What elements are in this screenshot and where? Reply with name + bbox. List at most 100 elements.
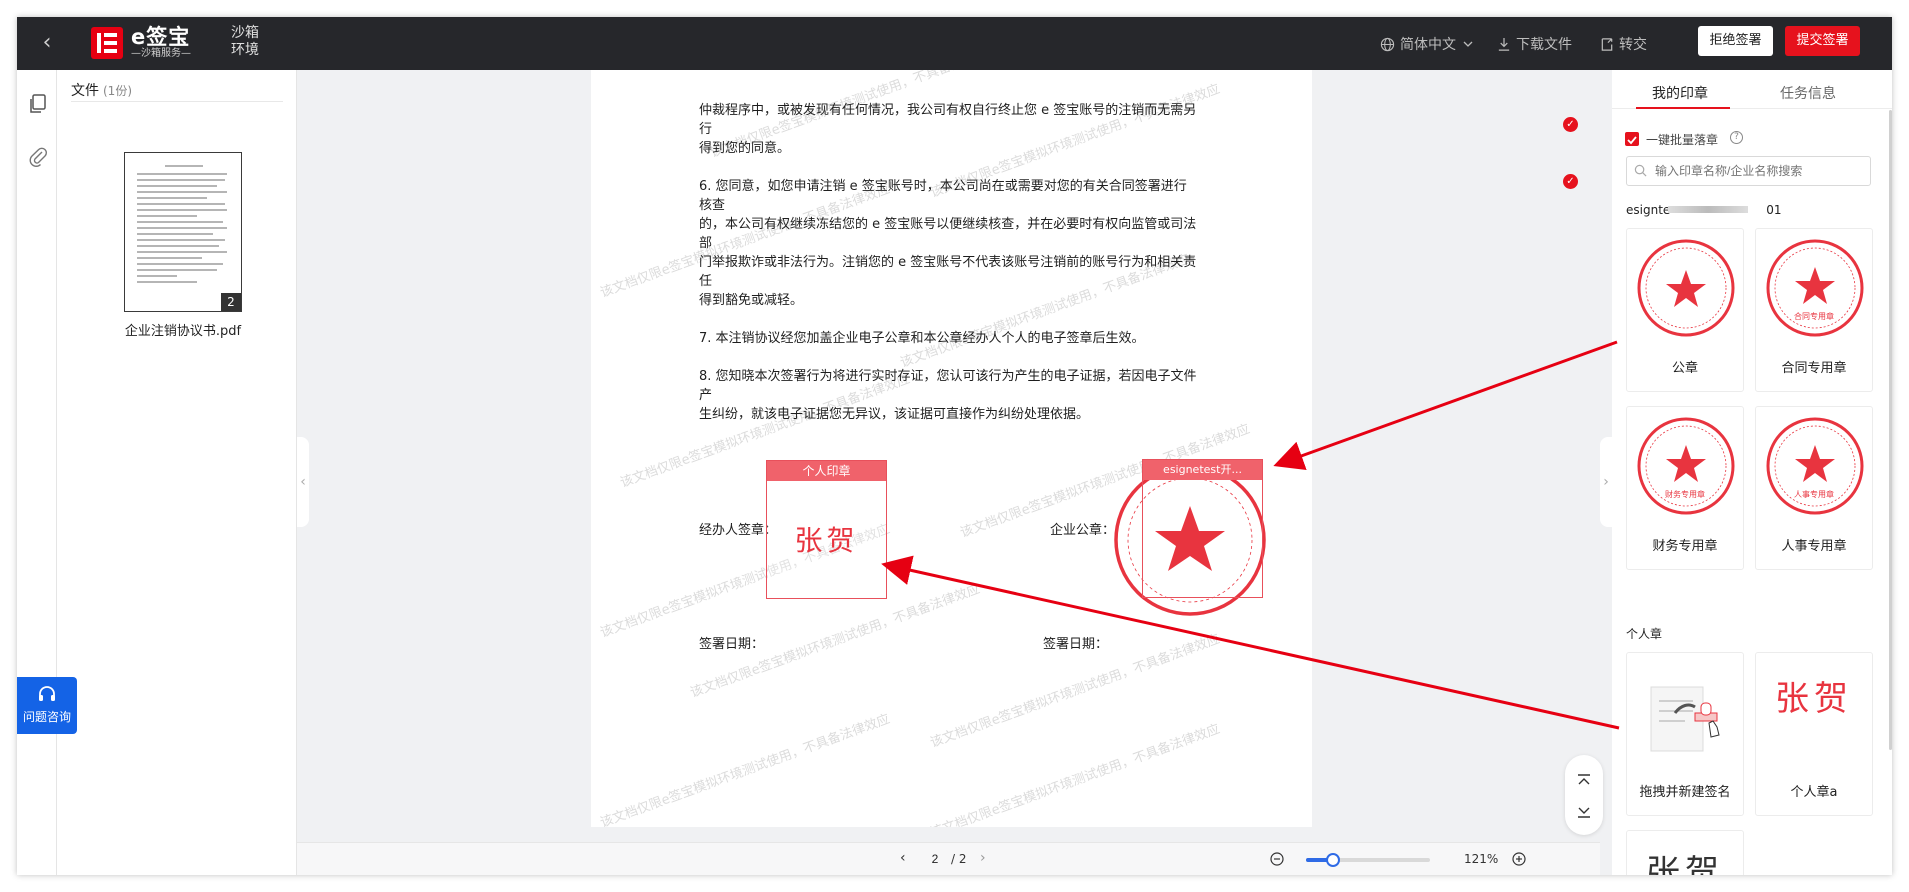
seal-name: 公章 [1671, 361, 1698, 376]
company-seal-placeholder[interactable]: esignetest开... [1142, 459, 1263, 598]
page-total: / 2 [951, 852, 967, 866]
files-icon[interactable] [27, 93, 49, 115]
to-bottom-icon[interactable] [1576, 803, 1592, 819]
globe-icon [1380, 37, 1395, 51]
finance-seal-icon [1637, 417, 1735, 515]
zoom-slider[interactable] [1306, 853, 1430, 867]
file-name[interactable]: 企业注销协议书.pdf [97, 320, 269, 339]
logo-mark [91, 27, 123, 59]
doc-paragraph: 得到您的同意。 [699, 141, 791, 156]
seal-panel-scrollbar[interactable] [1889, 110, 1892, 750]
tab-task-info[interactable]: 任务信息 [1780, 83, 1836, 103]
transfer-icon [1601, 37, 1613, 51]
org-suffix: 01 [1766, 203, 1782, 217]
help-consult-button[interactable]: 问题咨询 [17, 677, 77, 734]
submit-sign-button[interactable]: 提交签署 [1785, 26, 1860, 56]
download-button[interactable]: 下载文件 [1497, 32, 1572, 56]
top-bar: ‹ e签宝 —沙箱服务— 沙箱环境 简体中文 下载文件 转交 拒绝签署 提交签署 [17, 17, 1892, 70]
zoom-slider-handle[interactable] [1326, 853, 1341, 867]
personal-signature: 张贺 [794, 524, 859, 557]
doc-paragraph: 7. 本注销协议经您加盖企业电子公章和本公章经办人个人的电子签章后生效。 [699, 331, 1145, 346]
transfer-button[interactable]: 转交 [1600, 32, 1647, 56]
batch-seal-checkbox[interactable] [1625, 132, 1639, 146]
doc-paragraph: 仲裁程序中，或被发现有任何情况，我公司有权自行终止您 e 签宝账号的注销而无需另… [699, 103, 1197, 137]
seal-search-input[interactable] [1626, 156, 1871, 186]
attachment-icon[interactable] [27, 145, 49, 167]
contract-seal-icon [1766, 239, 1864, 337]
collapse-right-handle[interactable]: › [1600, 437, 1612, 527]
check-icon: ✓ [1563, 174, 1578, 189]
language-label: 简体中文 [1400, 37, 1456, 53]
seal-card-new-signature[interactable]: 拖拽并新建签名 [1626, 652, 1744, 816]
seal-card-contract[interactable]: 合同专用章 合同专用章 [1755, 228, 1873, 392]
brand-name: e签宝 [131, 25, 191, 49]
file-thumbnail[interactable]: 2 [124, 152, 242, 312]
drag-new-signature-icon [1650, 686, 1720, 752]
seal-inner-text: 财务专用章 [1665, 490, 1705, 499]
sign-date-label: 签署日期： [1043, 637, 1109, 652]
seal-card-personal-a[interactable]: 张贺 个人章a [1755, 652, 1873, 816]
seal-card-finance[interactable]: 财务专用章 财务专用章 [1626, 406, 1744, 570]
file-panel-title: 文件 (1份) [71, 80, 132, 100]
personal-seal-title: 个人印章 [767, 461, 886, 481]
personal-seal-signature: 张贺 [1775, 679, 1853, 719]
left-icon-rail [17, 70, 57, 875]
zoom-out-icon[interactable] [1269, 851, 1285, 867]
seal-panel: 我的印章 任务信息 一键批量落章 ? esignte 01 公章 [1612, 70, 1892, 875]
watermark: 该文档仅限e签宝模拟环境测试使用，不具备法律效应 [928, 721, 1222, 827]
doc-paragraph: 6. 您同意，如您申请注销 e 签宝账号时，本公司尚在或需要对您的有关合同签署进… [699, 179, 1187, 213]
brand-sub: —沙箱服务— [131, 48, 191, 59]
language-select[interactable]: 简体中文 [1380, 32, 1480, 56]
org-prefix: esignte [1626, 203, 1671, 217]
seal-inner-text: 合同专用章 [1794, 312, 1834, 321]
page-number-input[interactable] [921, 848, 949, 870]
search-icon [1634, 164, 1647, 177]
seal-inner-text: 人事专用章 [1794, 490, 1834, 499]
to-top-icon[interactable] [1576, 773, 1592, 789]
watermark: 该文档仅限e签宝模拟环境测试使用，不具备法律效应 [598, 711, 892, 827]
download-label: 下载文件 [1516, 37, 1572, 53]
pager-bar: ‹ / 2 › 121% [297, 842, 1600, 875]
divider [71, 101, 283, 102]
transfer-label: 转交 [1619, 37, 1647, 53]
reject-sign-button[interactable]: 拒绝签署 [1698, 26, 1773, 56]
prev-page-icon[interactable]: ‹ [900, 850, 906, 866]
next-page-icon[interactable]: › [980, 850, 986, 866]
company-seal-label: 企业公章： [1050, 523, 1116, 538]
seal-name: 拖拽并新建签名 [1639, 785, 1731, 800]
tab-active-indicator [1636, 107, 1730, 109]
seal-name: 合同专用章 [1781, 361, 1847, 376]
collapse-left-handle[interactable]: ‹ [297, 437, 309, 527]
sign-date-label: 签署日期： [699, 637, 765, 652]
personal-seal-section-title: 个人章 [1626, 627, 1663, 641]
seal-card-personal-b[interactable]: 张贺 [1626, 830, 1744, 875]
doc-paragraph: 的，本公司有权继续冻结您的 e 签宝账号以便继续核查，并在必要时有权向监管或司法… [699, 217, 1197, 251]
arrow-to-company-seal [1273, 340, 1618, 470]
esign-logo: e签宝 —沙箱服务— [91, 25, 191, 61]
seal-card-official[interactable]: 公章 [1626, 228, 1744, 392]
files-count: (1份) [103, 84, 132, 98]
doc-paragraph: 生纠纷，就该电子证据您无异议，该证据可直接作为纠纷处理依据。 [699, 407, 1090, 422]
batch-seal-label: 一键批量落章 [1646, 133, 1719, 147]
org-name-redaction [1668, 206, 1748, 213]
seal-name: 财务专用章 [1652, 539, 1718, 554]
env-label: 沙箱环境 [231, 25, 259, 58]
app-window: ‹ e签宝 —沙箱服务— 沙箱环境 简体中文 下载文件 转交 拒绝签署 提交签署… [17, 17, 1892, 875]
page-jump-control [1565, 755, 1603, 835]
help-icon[interactable]: ? [1730, 131, 1743, 144]
back-icon[interactable]: ‹ [35, 31, 59, 55]
zoom-in-icon[interactable] [1511, 851, 1527, 867]
check-icon: ✓ [1563, 117, 1578, 132]
doc-paragraph: 8. 您知晓本次签署行为将进行实时存证，您认可该行为产生的电子证据，若因电子文件… [699, 369, 1197, 403]
tab-my-seals[interactable]: 我的印章 [1652, 83, 1708, 103]
seal-name: 人事专用章 [1781, 539, 1847, 554]
file-panel: 文件 (1份) 2 企业注销协议书.pdf [57, 70, 297, 875]
company-seal-title: esignetest开... [1143, 460, 1262, 480]
doc-paragraph: 得到豁免或减轻。 [699, 293, 804, 308]
seal-card-hr[interactable]: 人事专用章 人事专用章 [1755, 406, 1873, 570]
headset-icon [39, 686, 55, 701]
hr-seal-icon [1766, 417, 1864, 515]
chevron-down-icon [1463, 41, 1473, 47]
personal-seal-placeholder[interactable]: 个人印章 张贺 [766, 460, 887, 599]
download-icon [1498, 37, 1510, 51]
